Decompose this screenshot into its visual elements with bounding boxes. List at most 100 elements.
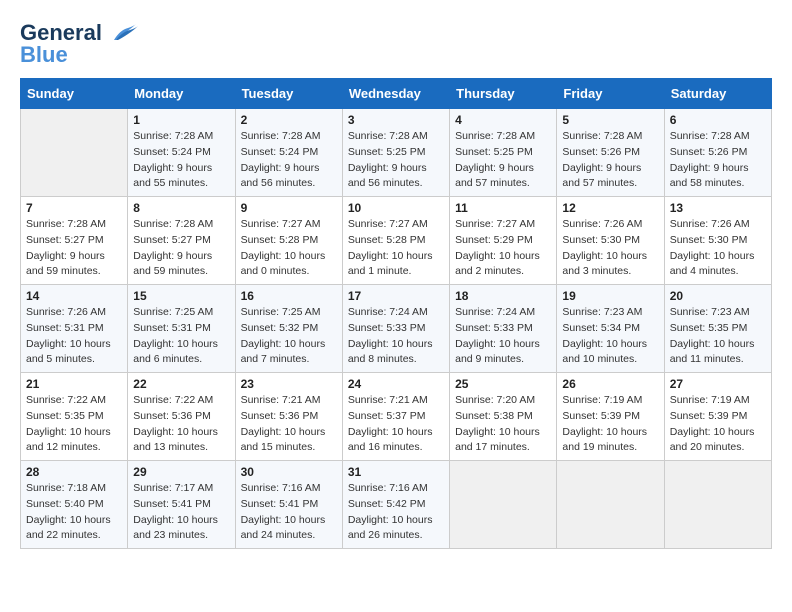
calendar-day-cell: 5 Sunrise: 7:28 AMSunset: 5:26 PMDaylight… (557, 109, 664, 197)
day-info: Sunrise: 7:28 AMSunset: 5:27 PMDaylight:… (26, 217, 122, 280)
logo: General Blue (20, 20, 138, 68)
calendar-day-cell: 25Sunrise: 7:20 AMSunset: 5:38 PMDayligh… (450, 373, 557, 461)
day-number: 8 (133, 201, 229, 215)
day-of-week-header: Thursday (450, 79, 557, 109)
day-info: Sunrise: 7:28 AMSunset: 5:26 PMDaylight:… (670, 129, 766, 192)
day-number: 31 (348, 465, 444, 479)
calendar-day-cell: 3Sunrise: 7:28 AMSunset: 5:25 PMDaylight… (342, 109, 449, 197)
calendar-day-cell: 31 Sunrise: 7:16 AMSunset: 5:42 PMDayligh… (342, 461, 449, 549)
day-number: 27 (670, 377, 766, 391)
calendar-day-cell: 20Sunrise: 7:23 AMSunset: 5:35 PMDayligh… (664, 285, 771, 373)
day-number: 25 (455, 377, 551, 391)
calendar-week-row: 7 Sunrise: 7:28 AMSunset: 5:27 PMDaylight… (21, 197, 772, 285)
day-number: 15 (133, 289, 229, 303)
day-of-week-header: Monday (128, 79, 235, 109)
day-info: Sunrise: 7:17 AMSunset: 5:41 PMDaylight:… (133, 481, 229, 544)
day-info: Sunrise: 7:23 AMSunset: 5:34 PMDaylight:… (562, 305, 658, 368)
day-number: 1 (133, 113, 229, 127)
calendar-day-cell: 21 Sunrise: 7:22 AMSunset: 5:35 PMDayligh… (21, 373, 128, 461)
calendar-day-cell: 24 Sunrise: 7:21 AMSunset: 5:37 PMDayligh… (342, 373, 449, 461)
day-number: 9 (241, 201, 337, 215)
day-of-week-header: Saturday (664, 79, 771, 109)
calendar-day-cell: 4Sunrise: 7:28 AMSunset: 5:25 PMDaylight… (450, 109, 557, 197)
calendar-day-cell: 18 Sunrise: 7:24 AMSunset: 5:33 PMDayligh… (450, 285, 557, 373)
day-info: Sunrise: 7:26 AMSunset: 5:30 PMDaylight:… (562, 217, 658, 280)
day-info: Sunrise: 7:28 AMSunset: 5:26 PMDaylight:… (562, 129, 658, 192)
calendar-day-cell: 1 Sunrise: 7:28 AMSunset: 5:24 PMDaylight… (128, 109, 235, 197)
day-number: 28 (26, 465, 122, 479)
day-info: Sunrise: 7:22 AMSunset: 5:35 PMDaylight:… (26, 393, 122, 456)
calendar-day-cell: 2 Sunrise: 7:28 AMSunset: 5:24 PMDaylight… (235, 109, 342, 197)
day-number: 4 (455, 113, 551, 127)
calendar-day-cell: 22 Sunrise: 7:22 AMSunset: 5:36 PMDayligh… (128, 373, 235, 461)
day-number: 26 (562, 377, 658, 391)
day-info: Sunrise: 7:28 AMSunset: 5:24 PMDaylight:… (241, 129, 337, 192)
day-info: Sunrise: 7:28 AMSunset: 5:24 PMDaylight:… (133, 129, 229, 192)
page-header: General Blue (20, 20, 772, 68)
calendar-week-row: 14 Sunrise: 7:26 AMSunset: 5:31 PMDayligh… (21, 285, 772, 373)
day-number: 5 (562, 113, 658, 127)
calendar-day-cell: 12 Sunrise: 7:26 AMSunset: 5:30 PMDayligh… (557, 197, 664, 285)
day-info: Sunrise: 7:21 AMSunset: 5:37 PMDaylight:… (348, 393, 444, 456)
day-number: 23 (241, 377, 337, 391)
day-info: Sunrise: 7:27 AMSunset: 5:29 PMDaylight:… (455, 217, 551, 280)
day-info: Sunrise: 7:24 AMSunset: 5:33 PMDaylight:… (348, 305, 444, 368)
calendar-day-cell: 27 Sunrise: 7:19 AMSunset: 5:39 PMDayligh… (664, 373, 771, 461)
calendar-day-cell: 7 Sunrise: 7:28 AMSunset: 5:27 PMDaylight… (21, 197, 128, 285)
day-number: 12 (562, 201, 658, 215)
calendar-day-cell: 17 Sunrise: 7:24 AMSunset: 5:33 PMDayligh… (342, 285, 449, 373)
day-info: Sunrise: 7:26 AMSunset: 5:31 PMDaylight:… (26, 305, 122, 368)
day-info: Sunrise: 7:23 AMSunset: 5:35 PMDaylight:… (670, 305, 766, 368)
day-info: Sunrise: 7:27 AMSunset: 5:28 PMDaylight:… (348, 217, 444, 280)
calendar-day-cell: 13 Sunrise: 7:26 AMSunset: 5:30 PMDayligh… (664, 197, 771, 285)
day-number: 6 (670, 113, 766, 127)
day-info: Sunrise: 7:19 AMSunset: 5:39 PMDaylight:… (670, 393, 766, 456)
day-number: 14 (26, 289, 122, 303)
day-number: 2 (241, 113, 337, 127)
day-info: Sunrise: 7:18 AMSunset: 5:40 PMDaylight:… (26, 481, 122, 544)
calendar-day-cell (557, 461, 664, 549)
day-info: Sunrise: 7:24 AMSunset: 5:33 PMDaylight:… (455, 305, 551, 368)
day-info: Sunrise: 7:25 AMSunset: 5:31 PMDaylight:… (133, 305, 229, 368)
day-number: 18 (455, 289, 551, 303)
logo-bird-icon (106, 22, 138, 44)
calendar-day-cell (21, 109, 128, 197)
day-number: 13 (670, 201, 766, 215)
calendar-day-cell: 14 Sunrise: 7:26 AMSunset: 5:31 PMDayligh… (21, 285, 128, 373)
day-of-week-header: Friday (557, 79, 664, 109)
calendar-week-row: 28 Sunrise: 7:18 AMSunset: 5:40 PMDayligh… (21, 461, 772, 549)
day-number: 29 (133, 465, 229, 479)
calendar-header-row: SundayMondayTuesdayWednesdayThursdayFrid… (21, 79, 772, 109)
day-info: Sunrise: 7:27 AMSunset: 5:28 PMDaylight:… (241, 217, 337, 280)
calendar-day-cell: 6 Sunrise: 7:28 AMSunset: 5:26 PMDaylight… (664, 109, 771, 197)
calendar-day-cell: 28 Sunrise: 7:18 AMSunset: 5:40 PMDayligh… (21, 461, 128, 549)
day-of-week-header: Tuesday (235, 79, 342, 109)
logo-blue: Blue (20, 42, 68, 68)
day-number: 22 (133, 377, 229, 391)
day-info: Sunrise: 7:16 AMSunset: 5:42 PMDaylight:… (348, 481, 444, 544)
calendar-day-cell: 26 Sunrise: 7:19 AMSunset: 5:39 PMDayligh… (557, 373, 664, 461)
calendar-week-row: 21 Sunrise: 7:22 AMSunset: 5:35 PMDayligh… (21, 373, 772, 461)
calendar-day-cell: 30Sunrise: 7:16 AMSunset: 5:41 PMDayligh… (235, 461, 342, 549)
calendar-day-cell: 9 Sunrise: 7:27 AMSunset: 5:28 PMDaylight… (235, 197, 342, 285)
calendar-day-cell: 15 Sunrise: 7:25 AMSunset: 5:31 PMDayligh… (128, 285, 235, 373)
day-number: 16 (241, 289, 337, 303)
day-number: 10 (348, 201, 444, 215)
day-number: 3 (348, 113, 444, 127)
day-number: 19 (562, 289, 658, 303)
day-info: Sunrise: 7:21 AMSunset: 5:36 PMDaylight:… (241, 393, 337, 456)
day-number: 11 (455, 201, 551, 215)
day-number: 21 (26, 377, 122, 391)
day-number: 30 (241, 465, 337, 479)
day-info: Sunrise: 7:28 AMSunset: 5:27 PMDaylight:… (133, 217, 229, 280)
calendar-day-cell: 16 Sunrise: 7:25 AMSunset: 5:32 PMDayligh… (235, 285, 342, 373)
day-number: 24 (348, 377, 444, 391)
day-info: Sunrise: 7:19 AMSunset: 5:39 PMDaylight:… (562, 393, 658, 456)
calendar-day-cell: 29 Sunrise: 7:17 AMSunset: 5:41 PMDayligh… (128, 461, 235, 549)
day-info: Sunrise: 7:25 AMSunset: 5:32 PMDaylight:… (241, 305, 337, 368)
day-info: Sunrise: 7:26 AMSunset: 5:30 PMDaylight:… (670, 217, 766, 280)
calendar-day-cell: 11 Sunrise: 7:27 AMSunset: 5:29 PMDayligh… (450, 197, 557, 285)
day-number: 7 (26, 201, 122, 215)
day-info: Sunrise: 7:22 AMSunset: 5:36 PMDaylight:… (133, 393, 229, 456)
day-number: 17 (348, 289, 444, 303)
